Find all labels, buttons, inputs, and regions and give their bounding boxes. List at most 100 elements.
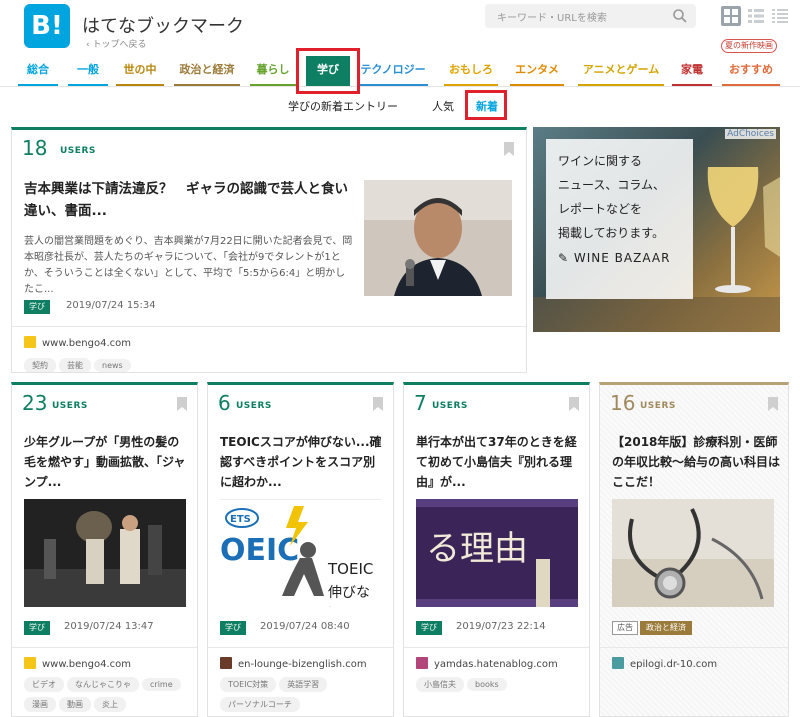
entry-card-5-sponsored[interactable]: 16 USERS 【2018年版】診療科別・医師の年収比較〜給与の高い科目はここ… [599,382,789,717]
users-count: 16 [610,391,636,415]
entry-thumbnail[interactable]: る理由 [416,499,578,607]
entry-card-4[interactable]: 7 USERS 単行本が出て37年のときを経て初めて小島信夫『別れる理由』が..… [403,382,590,717]
site-title[interactable]: はてなブックマーク [82,12,244,38]
users-label: USERS [60,146,96,156]
svg-text:OEIC: OEIC [220,533,299,568]
users-count: 7 [414,391,427,415]
entry-domain[interactable]: www.bengo4.com [24,336,131,350]
bookmark-icon[interactable] [373,397,383,411]
entry-domain[interactable]: en-lounge-bizenglish.com [220,657,367,671]
domain-text: www.bengo4.com [42,659,131,670]
entry-card-1[interactable]: 18 USERS 吉本興業は下請法違反？ ギャラの認識で芸人と食い違い、書面..… [11,127,527,373]
tag[interactable]: 英語学習 [279,677,328,692]
yamdas-favicon-icon [416,657,428,669]
users-count: 23 [22,391,48,415]
entry-card-2[interactable]: 23 USERS 少年グループが「男性の髪の毛を燃やす」動画拡散、「ジャンプ..… [11,382,198,717]
entry-excerpt: 芸人の闇営業問題をめぐり、吉本興業が7月22日に開いた記者会見で、岡本昭彦社長が… [24,236,353,295]
card-divider [404,647,589,648]
tag[interactable]: 芸能 [59,358,91,372]
users-label: USERS [52,401,88,411]
subnav-title: 学びの新着エントリー [288,100,398,113]
svg-text:ETS: ETS [230,514,251,525]
cat-kaden[interactable]: 家電 [672,56,712,87]
entry-title[interactable]: 少年グループが「男性の髪の毛を燃やす」動画拡散、「ジャンプ... [24,433,190,499]
cat-technology[interactable]: テクノロジー [358,56,428,87]
cat-sogo[interactable]: 総合 [18,56,58,87]
ad-brand: ✎ WINE BAZAAR [558,251,671,265]
adchoices-link[interactable]: AdChoices [725,129,776,139]
tag[interactable]: 動画 [59,697,91,712]
search-icon[interactable] [672,8,688,24]
cat-anime-game[interactable]: アニメとゲーム [578,56,664,87]
entry-tags: TOEIC対策 英語学習パーソナルコーチ [220,677,390,716]
cat-osusume[interactable]: おすすめ [722,56,780,87]
users-count: 6 [218,391,231,415]
category-nav: 総合 一般 世の中 政治と経済 暮らし 学び テクノロジー おもしろ エンタメ … [0,56,800,88]
cat-kurashi[interactable]: 暮らし [250,56,296,87]
entry-card-3[interactable]: 6 USERS TEOICスコアが伸びない...確認すべきポイントをスコア別に超… [207,382,394,717]
domain-text: en-lounge-bizenglish.com [238,659,367,670]
card-divider [600,647,788,648]
ad-line: ニュース、コラム、 [558,178,666,192]
entry-thumbnail[interactable] [364,180,512,296]
bookmark-icon[interactable] [504,142,514,156]
category-badge[interactable]: 学び [220,621,246,635]
list-view-icon[interactable] [746,6,766,26]
bengo4-favicon-icon [24,336,36,348]
tag[interactable]: 小島信夫 [416,677,464,692]
entry-domain[interactable]: yamdas.hatenablog.com [416,657,558,671]
search-input[interactable]: キーワード・URLを検索 [497,9,607,24]
category-badge[interactable]: 政治と経済 [640,621,692,635]
category-badge[interactable]: 学び [416,621,442,635]
entry-title[interactable]: 単行本が出て37年のときを経て初めて小島信夫『別れる理由』が... [416,433,582,499]
cat-omoshiro[interactable]: おもしろ [444,56,498,87]
entry-title[interactable]: 吉本興業は下請法違反？ ギャラの認識で芸人と食い違い、書面... [24,178,354,228]
tag[interactable]: ビデオ [24,677,64,692]
promo-pill[interactable]: 夏の新作映画 [721,39,777,53]
highlight-new-tab [465,90,507,120]
en-lounge-favicon-icon [220,657,232,669]
tag[interactable]: パーソナルコーチ [220,697,300,712]
subnav-popular[interactable]: 人気 [432,98,454,114]
domain-text: yamdas.hatenablog.com [434,659,558,670]
grid-view-icon[interactable] [721,6,741,26]
tag[interactable]: crime [142,678,181,691]
tag[interactable]: TOEIC対策 [220,677,277,692]
tag[interactable]: なんじゃこりゃ [67,677,139,692]
ad-badge: 広告 [612,621,638,635]
entry-thumbnail[interactable]: ETS OEIC TOEIC 伸びない [220,499,382,607]
compact-list-view-icon[interactable] [770,6,790,26]
entry-thumbnail[interactable] [612,499,774,607]
cat-entame[interactable]: エンタメ [510,56,564,87]
cat-seiji-keizai[interactable]: 政治と経済 [174,56,240,87]
bengo4-favicon-icon [24,657,36,669]
entry-title[interactable]: 【2018年版】診療科別・医師の年収比較〜給与の高い科目はここだ！ [612,433,782,499]
tag[interactable]: books [467,678,507,691]
card-divider [12,326,526,327]
bookmark-icon[interactable] [177,397,187,411]
bookmark-icon[interactable] [768,397,778,411]
back-to-top-link[interactable]: ‹ トップへ戻る [86,37,146,50]
entry-thumbnail[interactable] [24,499,186,607]
category-badge[interactable]: 学び [24,621,50,635]
entry-title[interactable]: TEOICスコアが伸びない...確認すべきポイントをスコア別に超わか... [220,433,386,499]
users-count: 18 [22,136,48,160]
cat-ippan[interactable]: 一般 [68,56,108,87]
domain-text: epilogi.dr-10.com [630,659,718,670]
tag[interactable]: news [94,359,131,372]
thumb-text: TOEIC [328,560,374,578]
entry-domain[interactable]: www.bengo4.com [24,657,131,671]
category-badge[interactable]: 学び [24,300,50,314]
search-box[interactable]: キーワード・URLを検索 [485,4,696,28]
tag[interactable]: 漫画 [24,697,56,712]
wine-ad[interactable]: AdChoices ワインに関する ニュース、コラム、 レポートなどを 掲載して… [533,127,780,332]
bookmark-icon[interactable] [569,397,579,411]
entry-date: 2019/07/24 15:34 [66,300,156,311]
cat-yononaka[interactable]: 世の中 [116,56,164,87]
tag[interactable]: 契約 [24,358,56,372]
users-label: USERS [640,401,676,411]
tag[interactable]: 炎上 [94,697,126,712]
entry-domain[interactable]: epilogi.dr-10.com [612,657,717,671]
card-divider [12,647,197,648]
hatena-logo[interactable]: B! [24,4,70,48]
